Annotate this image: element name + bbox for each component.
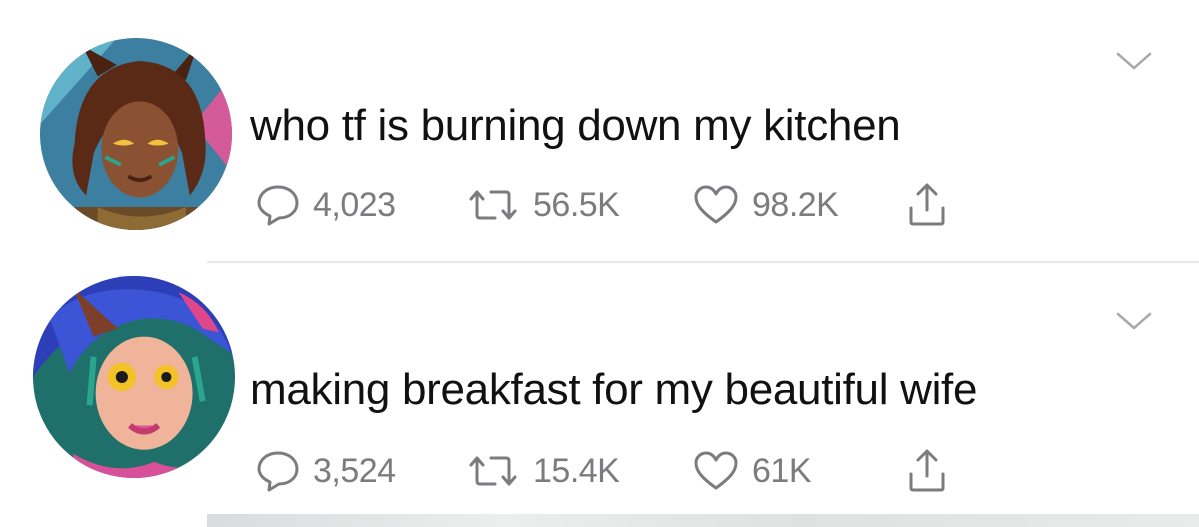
- user-avatar[interactable]: [33, 276, 235, 478]
- retweet-count: 56.5K: [533, 186, 620, 224]
- tweet-actions: 4,023 56.5K 98.2K: [255, 180, 1015, 230]
- reply-button[interactable]: 4,023: [255, 180, 396, 230]
- like-button[interactable]: 61K: [692, 446, 812, 496]
- character-avatar-icon: [33, 276, 235, 478]
- tweet-text: who tf is burning down my kitchen: [250, 101, 901, 150]
- heart-icon: [694, 451, 738, 490]
- share-button[interactable]: [905, 446, 949, 496]
- share-button[interactable]: [905, 180, 949, 230]
- tweet-actions: 3,524 15.4K 61K: [255, 446, 1015, 496]
- retweet-button[interactable]: 56.5K: [465, 180, 620, 230]
- share-upload-icon: [909, 183, 945, 226]
- like-button[interactable]: 98.2K: [692, 180, 839, 230]
- share-upload-icon: [909, 449, 945, 492]
- tweet[interactable]: who tf is burning down my kitchen 4,023 …: [0, 0, 1199, 262]
- reply-bubble-icon: [257, 185, 299, 226]
- chevron-down-icon[interactable]: [1114, 48, 1154, 72]
- retweet-count: 15.4K: [533, 452, 620, 490]
- user-avatar[interactable]: [40, 38, 232, 230]
- character-avatar-icon: [40, 38, 232, 230]
- reply-button[interactable]: 3,524: [255, 446, 396, 496]
- next-tweet-edge: [207, 514, 1199, 527]
- retweet-arrows-icon: [469, 190, 517, 220]
- retweet-arrows-icon: [469, 456, 517, 486]
- reply-count: 4,023: [313, 186, 396, 224]
- like-count: 61K: [752, 452, 812, 490]
- like-count: 98.2K: [752, 186, 839, 224]
- reply-count: 3,524: [313, 452, 396, 490]
- heart-icon: [694, 185, 738, 224]
- chevron-down-icon[interactable]: [1114, 308, 1154, 332]
- reply-bubble-icon: [257, 451, 299, 492]
- tweet-text: making breakfast for my beautiful wife: [250, 365, 978, 414]
- retweet-button[interactable]: 15.4K: [465, 446, 620, 496]
- tweet[interactable]: making breakfast for my beautiful wife 3…: [0, 264, 1199, 514]
- tweet-divider: [207, 261, 1199, 263]
